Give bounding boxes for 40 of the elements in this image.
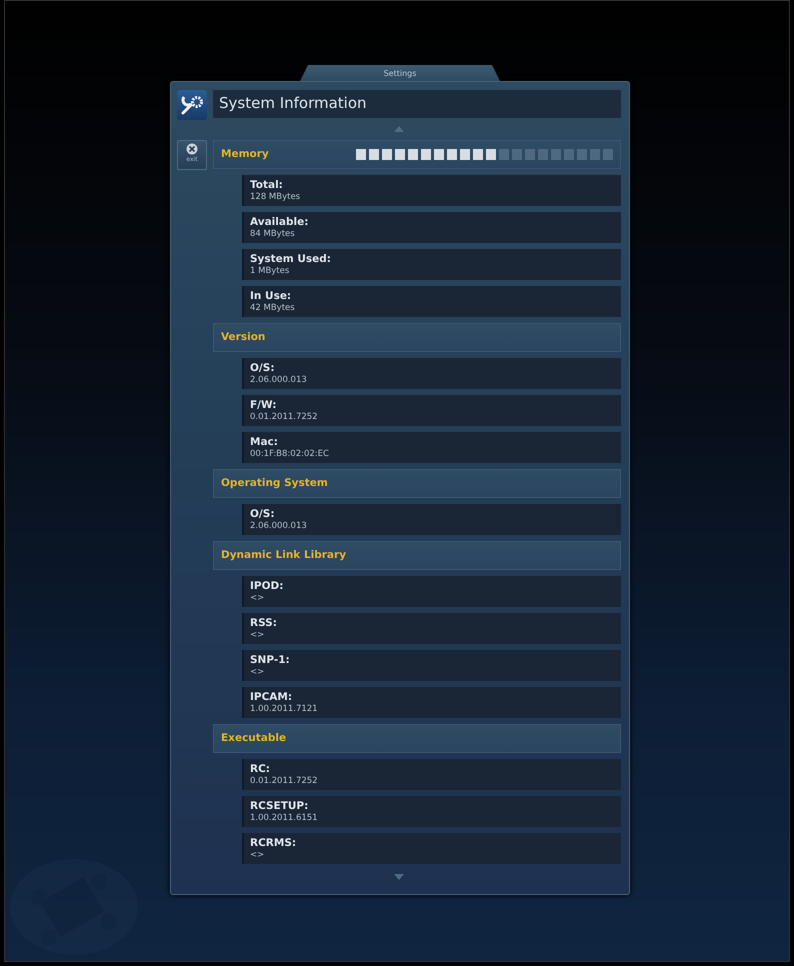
info-value: 1 MBytes	[250, 266, 290, 276]
info-label: Total:	[250, 178, 284, 192]
info-label: IPOD:	[250, 580, 284, 592]
section-title: Version	[221, 330, 266, 345]
window-title: System Information	[213, 90, 621, 118]
info-label: System Used:	[250, 252, 332, 266]
info-label: In Use:	[250, 290, 292, 302]
info-value: <>	[250, 630, 266, 640]
info-value: 00:1F:B8:02:02:EC	[250, 448, 330, 460]
info-value: 1.00.2011.6151	[250, 812, 319, 824]
info-label: Available:	[250, 216, 310, 228]
info-value: 2.06.000.013	[250, 520, 308, 532]
info-label: RC:	[250, 762, 271, 776]
info-value: 0.01.2011.7252	[250, 412, 319, 422]
section-title: Memory	[221, 146, 269, 162]
info-value: 128 MBytes	[250, 192, 302, 202]
info-label: IPCAM:	[250, 690, 294, 704]
info-value: <>	[250, 592, 266, 604]
info-value: <>	[250, 666, 266, 678]
scroll-up-icon[interactable]	[394, 126, 404, 132]
info-value: 42 MBytes	[250, 302, 296, 314]
info-value: 1.00.2011.7121	[250, 704, 319, 714]
section-title: Operating System	[221, 476, 328, 491]
info-label: O/S:	[250, 508, 276, 520]
section-title: Dynamic Link Library	[221, 548, 346, 563]
info-value: 84 MBytes	[250, 228, 296, 240]
scroll-down-icon[interactable]	[394, 874, 404, 880]
info-label: RCSETUP:	[250, 800, 310, 812]
info-label: RSS:	[250, 616, 278, 630]
info-value: <>	[250, 850, 266, 860]
tools-icon	[177, 90, 207, 120]
section-title: Executable	[221, 730, 286, 746]
info-value: 2.06.000.013	[250, 374, 308, 386]
info-label: F/W:	[250, 398, 278, 412]
info-label: Mac:	[250, 436, 279, 448]
close-icon	[186, 143, 198, 155]
info-value: 0.01.2011.7252	[250, 776, 319, 786]
info-label: O/S:	[250, 362, 276, 374]
info-label: SNP-1:	[250, 654, 291, 666]
info-label: RCRMS:	[250, 836, 298, 850]
